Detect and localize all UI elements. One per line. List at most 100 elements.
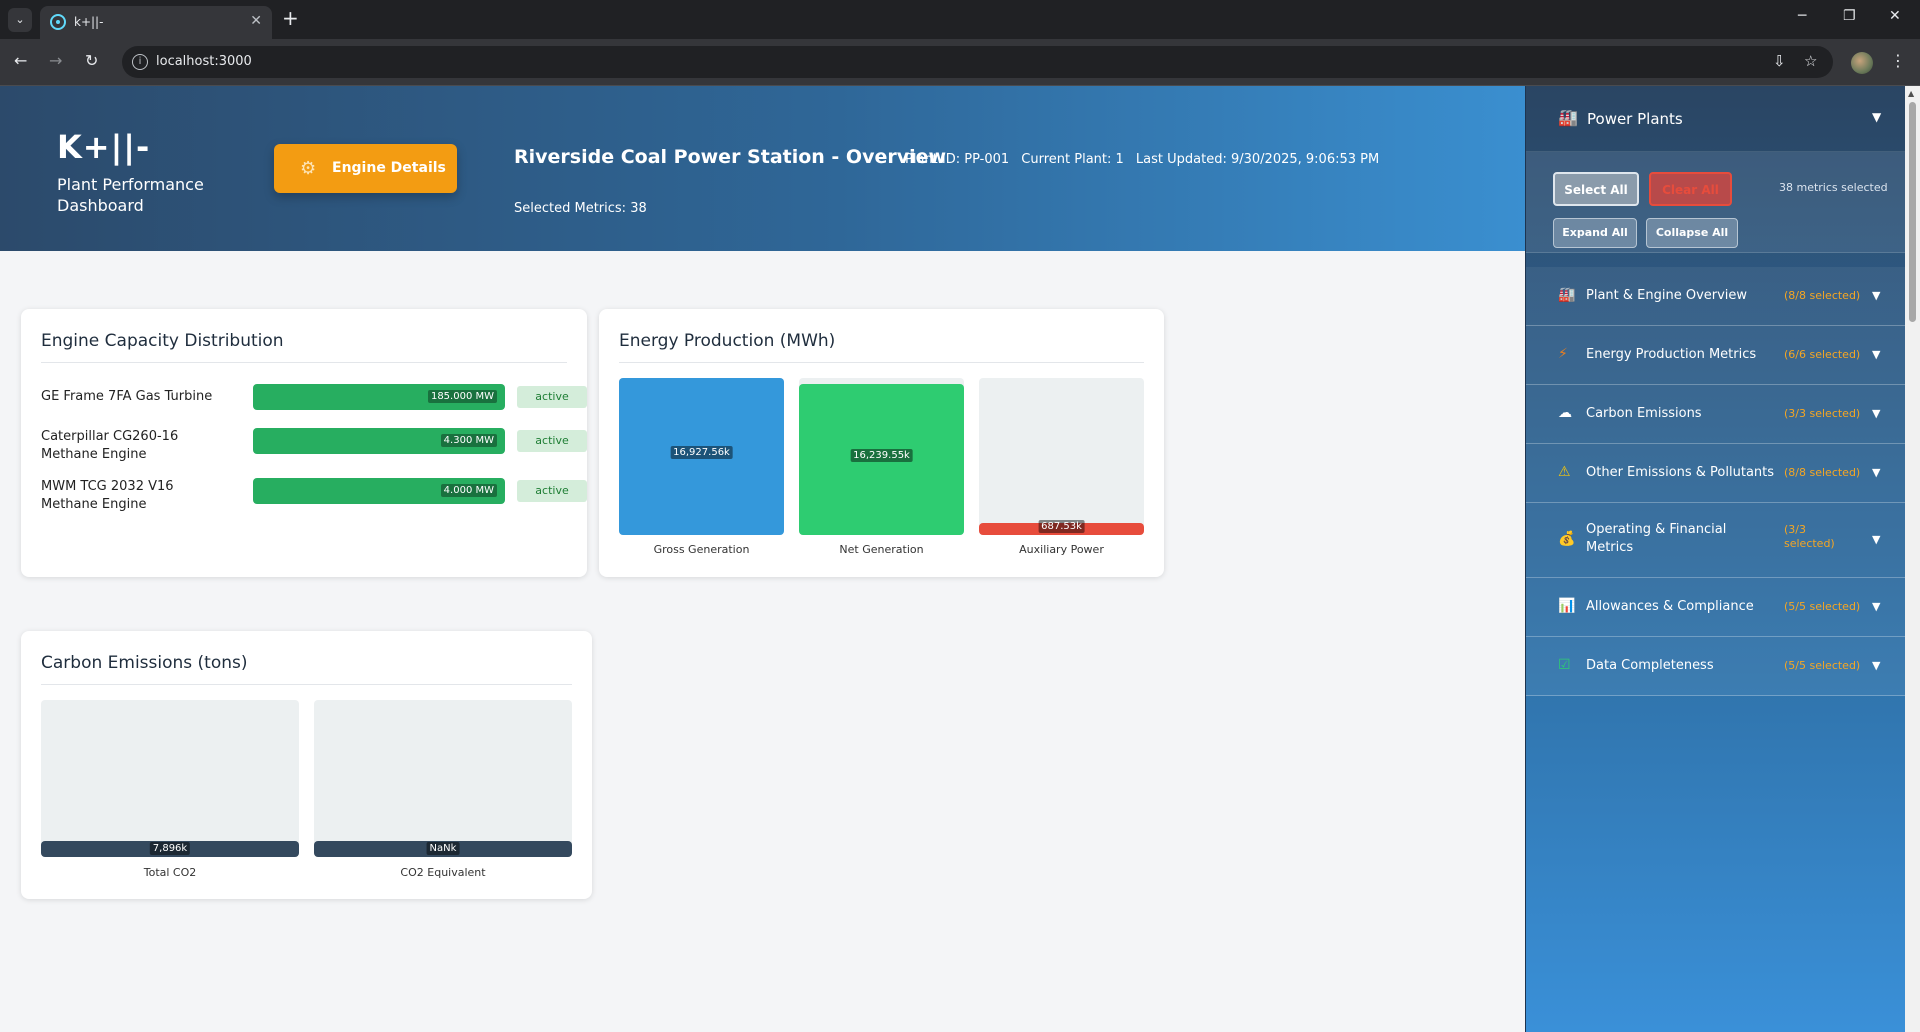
bar-value: 7,896k bbox=[149, 842, 191, 855]
plant-title: Riverside Coal Power Station - Overview bbox=[514, 146, 947, 168]
section-name: Energy Production Metrics bbox=[1586, 347, 1757, 362]
carbon-emissions-card: Carbon Emissions (tons) 7,896k Total CO2… bbox=[21, 631, 592, 899]
new-tab-icon[interactable]: + bbox=[282, 6, 299, 30]
lightning-icon: ⚡ bbox=[1558, 346, 1568, 362]
power-plants-panel: 🏭 Power Plants ▼ Select All Clear All 38… bbox=[1525, 86, 1906, 1032]
chevron-down-icon[interactable]: ▼ bbox=[1872, 466, 1880, 479]
current-plant: Current Plant: 1 bbox=[1021, 152, 1124, 167]
section-count: (3/3 selected) bbox=[1784, 523, 1835, 550]
engine-capacity-value: 185.000 MW bbox=[427, 390, 497, 403]
minimize-icon[interactable]: ─ bbox=[1798, 8, 1806, 24]
bar-label: Auxiliary Power bbox=[1019, 543, 1104, 556]
clear-all-button[interactable]: Clear All bbox=[1649, 172, 1732, 206]
chevron-down-icon[interactable]: ▼ bbox=[1872, 348, 1880, 361]
selected-metrics-count: Selected Metrics: 38 bbox=[514, 201, 647, 216]
net-generation-bar: 16,239.55k bbox=[799, 378, 964, 535]
scroll-up-icon[interactable]: ▲ bbox=[1908, 89, 1914, 98]
section-name: Carbon Emissions bbox=[1586, 406, 1702, 421]
panel-controls: Select All Clear All 38 metrics selected… bbox=[1526, 152, 1906, 253]
react-favicon-icon bbox=[50, 14, 66, 30]
address-bar[interactable]: i localhost:3000 ⇩ ☆ bbox=[122, 46, 1833, 78]
energy-production-card: Energy Production (MWh) 16,927.56k Gross… bbox=[599, 309, 1164, 577]
gross-generation-bar: 16,927.56k bbox=[619, 378, 784, 535]
chevron-down-icon[interactable]: ▼ bbox=[1872, 407, 1880, 420]
warning-icon: ⚠ bbox=[1558, 464, 1571, 480]
dashboard-header: K+||- Plant Performance Dashboard ⚙ Engi… bbox=[0, 86, 1525, 251]
section-name: Operating & Financial Metrics bbox=[1586, 522, 1727, 555]
engine-details-button[interactable]: ⚙ Engine Details bbox=[274, 144, 457, 193]
factory-icon: 🏭 bbox=[1558, 108, 1578, 127]
chevron-down-icon[interactable]: ▼ bbox=[1872, 289, 1880, 302]
last-updated: Last Updated: 9/30/2025, 9:06:53 PM bbox=[1135, 152, 1380, 167]
forward-icon[interactable]: → bbox=[49, 51, 62, 70]
bar-value: 687.53k bbox=[1038, 520, 1085, 533]
engine-details-label: Engine Details bbox=[332, 160, 446, 176]
browser-tab[interactable]: k+||- ✕ bbox=[40, 6, 272, 39]
section-name: Data Completeness bbox=[1586, 658, 1714, 673]
metrics-selected-count: 38 metrics selected bbox=[1779, 181, 1888, 194]
app-subtitle: Plant Performance Dashboard bbox=[57, 175, 204, 215]
chevron-down-icon[interactable]: ▼ bbox=[1872, 110, 1881, 124]
select-all-button[interactable]: Select All bbox=[1553, 172, 1639, 206]
reload-icon[interactable]: ↻ bbox=[85, 51, 98, 70]
co2-equivalent-bar: NaNk bbox=[314, 700, 572, 857]
expand-all-button[interactable]: Expand All bbox=[1553, 218, 1637, 248]
tab-search-chevron-icon[interactable]: ⌄ bbox=[8, 8, 32, 32]
section-other-emissions[interactable]: ⚠ Other Emissions & Pollutants (8/8 sele… bbox=[1526, 444, 1906, 503]
section-name: Other Emissions & Pollutants bbox=[1586, 465, 1775, 480]
browser-menu-icon[interactable]: ⋮ bbox=[1890, 51, 1906, 70]
chevron-down-icon[interactable]: ▼ bbox=[1872, 659, 1880, 672]
total-co2-bar: 7,896k bbox=[41, 700, 299, 857]
checkbox-icon: ☑ bbox=[1558, 657, 1571, 673]
chevron-down-icon[interactable]: ▼ bbox=[1872, 533, 1880, 546]
plant-meta: Plant ID: PP-001 Current Plant: 1 Last U… bbox=[905, 152, 1387, 167]
gear-icon: ⚙ bbox=[300, 158, 317, 179]
profile-avatar[interactable] bbox=[1851, 52, 1873, 74]
bar-label: Gross Generation bbox=[653, 543, 750, 556]
bar-value: NaNk bbox=[426, 842, 460, 855]
restore-icon[interactable]: ❐ bbox=[1843, 8, 1856, 24]
bar-value: 16,927.56k bbox=[670, 446, 733, 459]
chevron-down-icon[interactable]: ▼ bbox=[1872, 600, 1880, 613]
collapse-all-button[interactable]: Collapse All bbox=[1646, 218, 1738, 248]
engine-capacity-card: Engine Capacity Distribution GE Frame 7F… bbox=[21, 309, 587, 577]
plant-id: Plant ID: PP-001 bbox=[905, 152, 1010, 167]
app-logo: K+||- bbox=[57, 128, 151, 166]
browser-tab-bar: ⌄ k+||- ✕ + ─ ❐ ✕ bbox=[0, 0, 1920, 39]
browser-toolbar: ← → ↻ i localhost:3000 ⇩ ☆ ⋮ bbox=[0, 39, 1920, 86]
bar-label: Total CO2 bbox=[143, 866, 197, 879]
card-title: Energy Production (MWh) bbox=[619, 331, 836, 351]
bookmark-star-icon[interactable]: ☆ bbox=[1804, 52, 1817, 70]
engine-name: GE Frame 7FA Gas Turbine bbox=[41, 389, 213, 404]
factory-icon: 🏭 bbox=[1558, 287, 1576, 303]
close-window-icon[interactable]: ✕ bbox=[1889, 8, 1901, 24]
section-carbon-emissions[interactable]: ☁ Carbon Emissions (3/3 selected) ▼ bbox=[1526, 385, 1906, 444]
card-title: Engine Capacity Distribution bbox=[41, 331, 284, 351]
divider bbox=[41, 684, 572, 685]
panel-header[interactable]: 🏭 Power Plants ▼ bbox=[1526, 86, 1906, 152]
card-title: Carbon Emissions (tons) bbox=[41, 653, 248, 673]
site-info-icon[interactable]: i bbox=[132, 54, 148, 70]
bar-label: CO2 Equivalent bbox=[400, 866, 486, 879]
engine-capacity-bar: 4.300 MW bbox=[253, 428, 505, 454]
section-allowances-compliance[interactable]: 📊 Allowances & Compliance (5/5 selected)… bbox=[1526, 578, 1906, 637]
url-text: localhost:3000 bbox=[156, 54, 252, 69]
section-energy-production[interactable]: ⚡ Energy Production Metrics (6/6 selecte… bbox=[1526, 326, 1906, 385]
status-badge: active bbox=[517, 480, 587, 502]
section-data-completeness[interactable]: ☑ Data Completeness (5/5 selected) ▼ bbox=[1526, 637, 1906, 696]
engine-name: MWM TCG 2032 V16 Methane Engine bbox=[41, 479, 174, 512]
page-scrollbar[interactable]: ▲ bbox=[1905, 86, 1920, 1032]
section-count: (5/5 selected) bbox=[1784, 659, 1861, 672]
bar-chart-icon: 📊 bbox=[1558, 598, 1576, 614]
section-plant-engine-overview[interactable]: 🏭 Plant & Engine Overview (8/8 selected)… bbox=[1526, 267, 1906, 326]
auxiliary-power-bar: 687.53k bbox=[979, 378, 1144, 535]
money-bag-icon: 💰 bbox=[1558, 531, 1576, 547]
install-app-icon[interactable]: ⇩ bbox=[1773, 52, 1786, 70]
section-operating-financial[interactable]: 💰 Operating & Financial Metrics (3/3 sel… bbox=[1526, 503, 1906, 578]
section-name: Plant & Engine Overview bbox=[1586, 288, 1748, 303]
panel-title: Power Plants bbox=[1587, 110, 1683, 128]
scrollbar-thumb[interactable] bbox=[1909, 102, 1916, 322]
divider bbox=[41, 362, 567, 363]
back-icon[interactable]: ← bbox=[14, 51, 27, 70]
tab-close-icon[interactable]: ✕ bbox=[250, 13, 262, 29]
